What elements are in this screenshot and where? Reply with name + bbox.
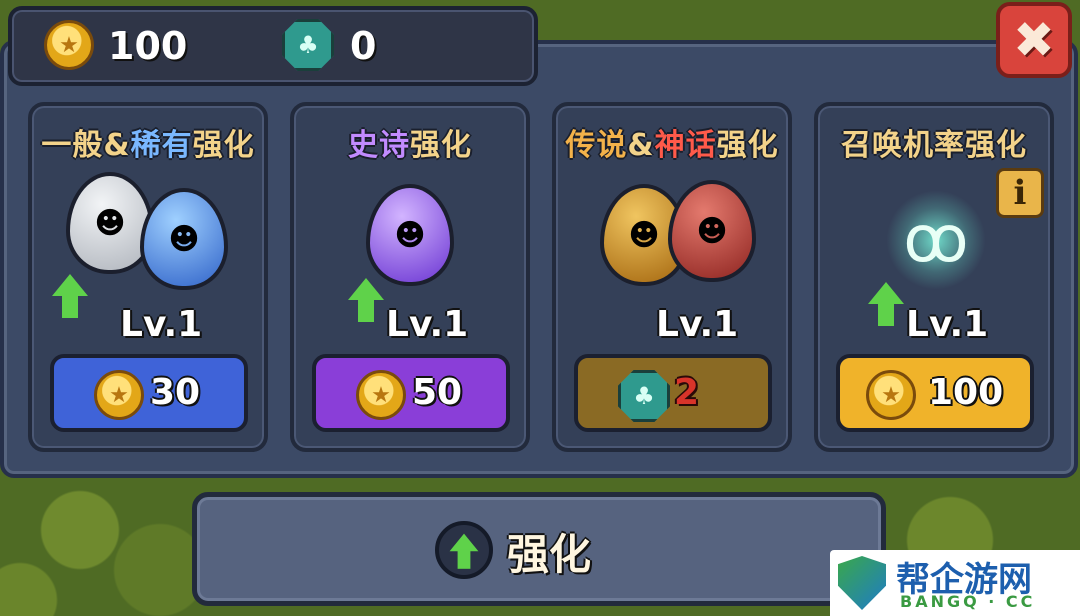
watermark: 帮企游网 BANGQ · CC — [830, 550, 1080, 616]
coin-icon: ★ — [44, 20, 94, 70]
upgrade-main-button[interactable]: 强化 — [192, 492, 886, 606]
title-part: 神话 — [654, 128, 717, 163]
card-title: 召唤机率强化 — [818, 120, 1050, 164]
title-part: 召唤机率强化 — [841, 128, 1027, 163]
cost-value: 30 — [150, 372, 201, 413]
title-part: & — [103, 128, 131, 163]
cost-value: 100 — [928, 372, 1004, 413]
title-part: 强化 — [410, 128, 472, 163]
upgrade-cost-button[interactable]: ★ 50 — [312, 354, 510, 432]
title-part: 强化 — [716, 128, 779, 163]
cost-value: 2 — [674, 372, 700, 413]
upgrade-arrow-icon — [52, 274, 88, 320]
upgrade-button-label: 强化 — [507, 530, 592, 579]
level-label: Lv.1 — [120, 304, 203, 345]
currency-bar: ★ 100 ♣ 0 — [8, 6, 538, 86]
gem-amount: 0 — [350, 24, 377, 68]
upgrade-cost-button[interactable]: ★ 30 — [50, 354, 248, 432]
clover-gem-icon: ♣ — [618, 370, 670, 422]
rare-egg-icon: ☻ — [140, 188, 228, 290]
clover-gem-icon: ♣ — [282, 19, 334, 71]
level-label: Lv.1 — [906, 304, 989, 345]
up-arrow-icon — [449, 533, 479, 571]
close-button[interactable]: ✖ — [996, 2, 1072, 78]
shield-logo-icon — [838, 556, 886, 610]
title-part: 史诗 — [348, 128, 410, 163]
summon-rune-icon: ꝏ — [886, 190, 986, 290]
level-label: Lv.1 — [656, 304, 739, 345]
title-part: 传说 — [565, 128, 628, 163]
coin-icon: ★ — [94, 370, 144, 420]
title-part: 稀有 — [130, 128, 193, 163]
upgrade-arrow-icon — [868, 282, 904, 328]
coin-icon: ★ — [356, 370, 406, 420]
title-part: & — [627, 128, 655, 163]
card-title: 史诗强化 — [294, 120, 526, 164]
card-summon-rate: 召唤机率强化 i ꝏ Lv.1 ★ 100 — [814, 102, 1054, 452]
coin-icon: ★ — [866, 370, 916, 420]
title-part: 强化 — [192, 128, 255, 163]
card-common-rare: 一般&稀有强化 ☻ ☻ Lv.1 ★ 30 — [28, 102, 268, 452]
level-label: Lv.1 — [386, 304, 469, 345]
info-button[interactable]: i — [996, 168, 1044, 218]
coin-amount: 100 — [108, 24, 188, 68]
card-legendary-mythic: 传说&神话强化 ☻ ☻ Lv.1 ♣ 2 — [552, 102, 792, 452]
epic-egg-icon: ☻ — [366, 184, 454, 286]
watermark-subtitle: BANGQ · CC — [900, 592, 1036, 611]
title-part: 一般 — [41, 128, 104, 163]
card-title: 一般&稀有强化 — [32, 120, 264, 164]
upgrade-cost-button[interactable]: ★ 100 — [836, 354, 1034, 432]
cost-value: 50 — [412, 372, 463, 413]
mythic-egg-icon: ☻ — [668, 180, 756, 282]
upgrade-circle-icon — [435, 521, 493, 579]
card-title: 传说&神话强化 — [556, 120, 788, 164]
upgrade-arrow-icon — [348, 278, 384, 324]
card-epic: 史诗强化 ☻ Lv.1 ★ 50 — [290, 102, 530, 452]
upgrade-cost-button[interactable]: ♣ 2 — [574, 354, 772, 432]
